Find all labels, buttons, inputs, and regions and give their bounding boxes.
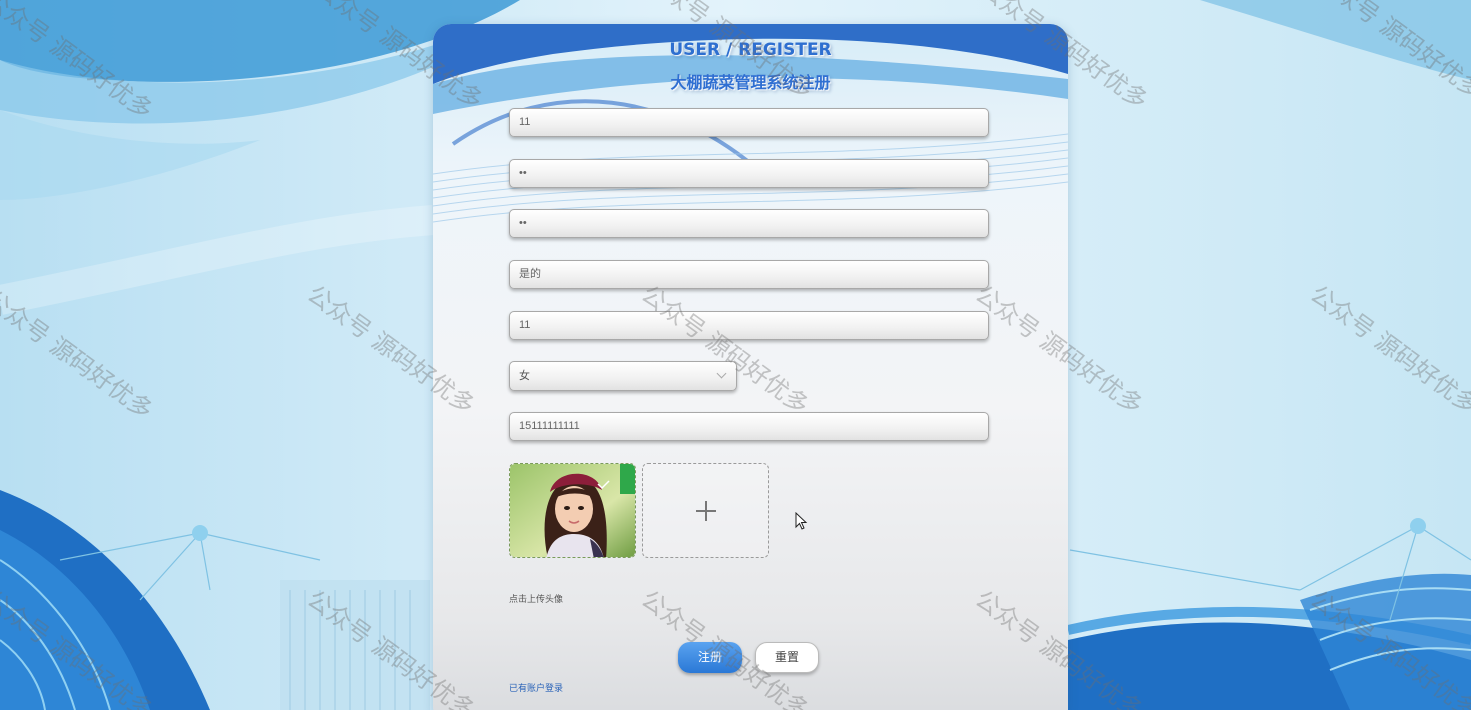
avatar-upload-button[interactable] (642, 463, 769, 558)
age-input[interactable]: 11 (509, 311, 989, 340)
mouse-cursor-icon (795, 512, 808, 530)
login-link[interactable]: 已有账户登录 (509, 681, 563, 694)
register-title-en: USER / REGISTER (669, 40, 832, 60)
register-card: USER / REGISTER 大棚蔬菜管理系统注册 11 •• •• 是的 1… (433, 24, 1068, 710)
avatar-preview[interactable] (509, 463, 636, 558)
confirm-password-input[interactable]: •• (509, 209, 989, 238)
name-input[interactable]: 是的 (509, 260, 989, 289)
upload-tip-label: 点击上传头像 (509, 594, 564, 604)
phone-input[interactable]: 15111111111 (509, 412, 989, 441)
register-button[interactable]: 注册 (678, 642, 742, 673)
chevron-down-icon (716, 368, 727, 379)
card-header-decoration (433, 24, 1068, 223)
password-input[interactable]: •• (509, 159, 989, 188)
register-title-cn: 大棚蔬菜管理系统注册 (670, 73, 831, 92)
gender-select[interactable]: 女 (509, 361, 737, 391)
gender-select-value: 女 (519, 370, 530, 382)
account-input[interactable]: 11 (509, 108, 989, 137)
reset-button[interactable]: 重置 (755, 642, 819, 673)
